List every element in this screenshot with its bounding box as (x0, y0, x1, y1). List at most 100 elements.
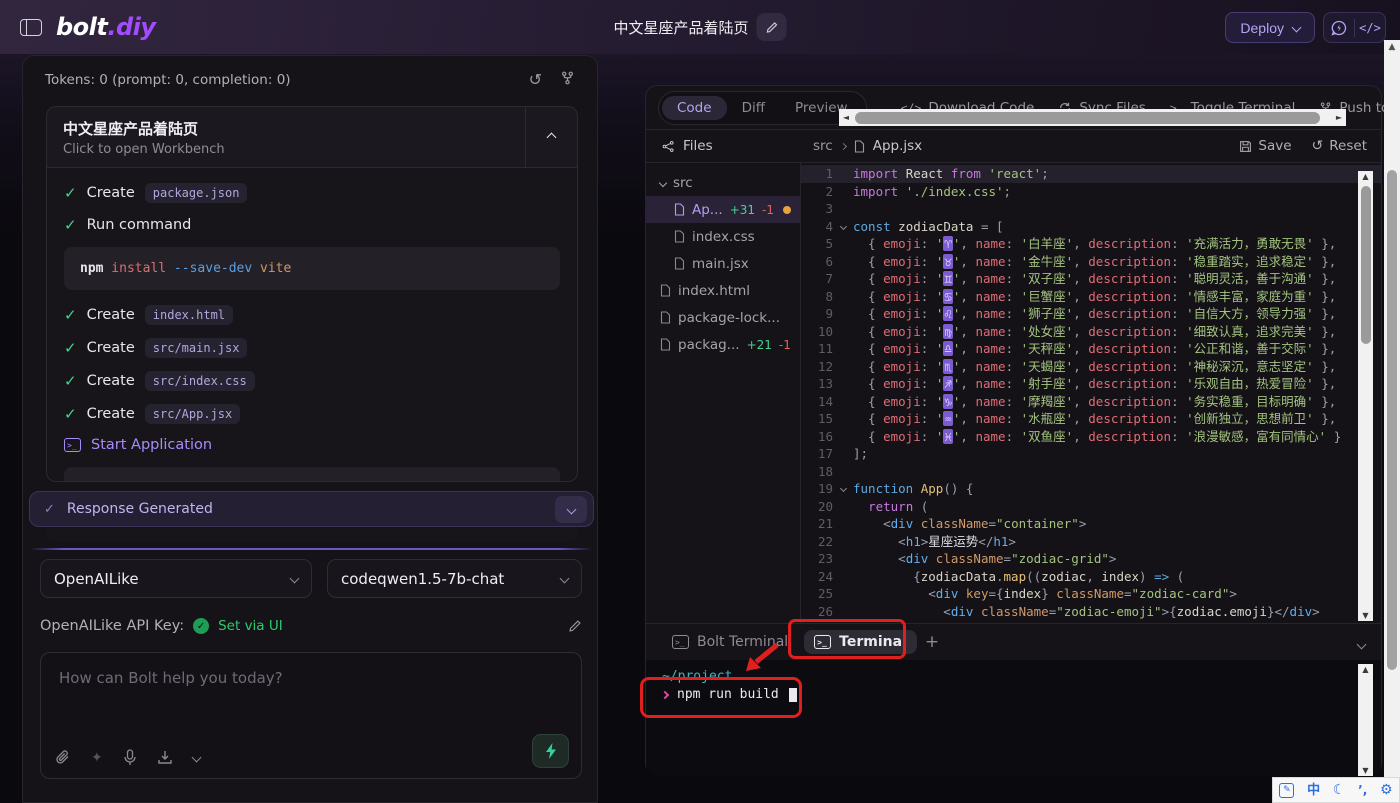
chevron-down-icon[interactable] (193, 754, 200, 761)
model-select[interactable]: codeqwen1.5-7b-chat (327, 559, 582, 598)
tab-code[interactable]: Code (662, 96, 727, 120)
scroll-left-arrow[interactable]: ◄ (839, 113, 853, 122)
horizontal-scrollbar[interactable]: ◄ ► (839, 109, 1346, 126)
ime-moon-icon[interactable]: ☾ (1333, 783, 1346, 797)
code-line[interactable]: 10 { emoji: '♍', name: '处女座', descriptio… (801, 323, 1381, 341)
response-generated-bar[interactable]: ✓ Response Generated (29, 491, 594, 527)
code-line[interactable]: 23 <div className="zodiac-grid"> (801, 550, 1381, 568)
editor-scrollbar[interactable]: ▲ ▼ (1358, 171, 1373, 621)
code-line[interactable]: 26 <div className="zodiac-emoji">{zodiac… (801, 603, 1381, 621)
folder-tree-item[interactable]: src (646, 169, 800, 196)
import-chat-icon[interactable] (157, 750, 173, 766)
file-tree-item[interactable]: Ap...+31-1 (646, 196, 800, 223)
fold-gutter[interactable] (833, 480, 853, 498)
code-line[interactable]: 6 { emoji: '♉', name: '金牛座', description… (801, 253, 1381, 271)
code-line[interactable]: 13 { emoji: '♐', name: '射手座', descriptio… (801, 375, 1381, 393)
code-line[interactable]: 12 { emoji: '♏', name: '天蝎座', descriptio… (801, 358, 1381, 376)
code-line[interactable]: 15 { emoji: '♒', name: '水瓶座', descriptio… (801, 410, 1381, 428)
chat-toggle-icon[interactable] (1324, 20, 1354, 36)
attach-file-icon[interactable] (55, 749, 71, 766)
file-tree-item[interactable]: package-lock... (646, 304, 800, 331)
terminal-tab-terminal[interactable]: >_Terminal (804, 630, 917, 654)
scroll-down-arrow[interactable]: ▼ (1358, 611, 1373, 620)
scrollbar-thumb[interactable] (1361, 186, 1371, 344)
page-scrollbar[interactable]: ▲ (1384, 40, 1400, 803)
action-item[interactable]: ✓Run command (64, 216, 560, 234)
reset-button[interactable]: ↺ Reset (1312, 138, 1367, 154)
save-button[interactable]: Save (1239, 138, 1291, 154)
api-key-label: OpenAILike API Key: (40, 618, 184, 634)
terminal-scrollbar[interactable]: ▲ ▼ (1358, 664, 1373, 776)
enhance-prompt-icon[interactable]: ✦ (91, 750, 103, 766)
code-line[interactable]: 3 (801, 200, 1381, 218)
action-item[interactable]: >_Start Application (64, 437, 560, 453)
edit-api-key-button[interactable] (568, 619, 582, 633)
scrollbar-thumb[interactable] (1387, 170, 1397, 670)
file-tree-item[interactable]: main.jsx (646, 250, 800, 277)
code-line[interactable]: 16 { emoji: '♓', name: '双鱼座', descriptio… (801, 428, 1381, 446)
ime-language-icon[interactable]: 中 (1307, 784, 1320, 797)
prompt-input[interactable]: How can Bolt help you today? ✦ (40, 652, 582, 779)
breadcrumb[interactable]: src App.jsx (801, 138, 922, 154)
terminal-tab-bolt-terminal[interactable]: >_Bolt Terminal (662, 630, 798, 654)
new-terminal-button[interactable]: + (925, 632, 939, 652)
ime-punctuation-icon[interactable]: ’, (1358, 784, 1367, 796)
scroll-up-arrow[interactable]: ▲ (1358, 665, 1373, 674)
action-item[interactable]: ✓Createpackage.json (64, 183, 560, 203)
fold-gutter[interactable] (833, 218, 853, 236)
terminal-output[interactable]: ~/project npm run build (646, 660, 1381, 776)
code-line[interactable]: 18 (801, 463, 1381, 481)
tab-diff[interactable]: Diff (727, 96, 780, 120)
line-number: 21 (801, 515, 833, 533)
code-line[interactable]: 2import './index.css'; (801, 183, 1381, 201)
fork-chat-icon[interactable] (560, 70, 575, 89)
scroll-up-arrow[interactable]: ▲ (1384, 42, 1400, 52)
ime-handwriting-icon[interactable]: ✎ (1279, 783, 1294, 798)
code-editor[interactable]: 1import React from 'react';2import './in… (801, 163, 1381, 623)
code-line[interactable]: 25 <div key={index} className="zodiac-ca… (801, 585, 1381, 603)
file-tree-item[interactable]: index.css (646, 223, 800, 250)
scroll-right-arrow[interactable]: ► (1332, 113, 1346, 122)
scroll-down-arrow[interactable]: ▼ (1358, 766, 1373, 775)
code-line[interactable]: 24 {zodiacData.map((zodiac, index) => ( (801, 568, 1381, 586)
expand-response-button[interactable] (555, 496, 587, 523)
action-item[interactable]: ✓Createsrc/index.css (64, 371, 560, 391)
undo-icon[interactable]: ↺ (529, 70, 542, 89)
code-line[interactable]: 8 { emoji: '♋', name: '巨蟹座', description… (801, 288, 1381, 306)
microphone-icon[interactable] (123, 749, 137, 766)
code-line[interactable]: 11 { emoji: '♎', name: '天秤座', descriptio… (801, 340, 1381, 358)
collapse-card-button[interactable] (525, 107, 577, 167)
code-view-icon[interactable]: </> (1355, 21, 1385, 35)
code-line[interactable]: 21 <div className="container"> (801, 515, 1381, 533)
code-line[interactable]: 20 return ( (801, 498, 1381, 516)
file-tree-item[interactable]: packag...+21-1 (646, 331, 800, 358)
code-line[interactable]: 19function App() { (801, 480, 1381, 498)
code-line[interactable]: 7 { emoji: '♊', name: '双子座', description… (801, 270, 1381, 288)
collapse-terminal-button[interactable] (1358, 633, 1365, 652)
chevron-down-icon (290, 574, 300, 584)
action-item[interactable]: ✓Createsrc/App.jsx (64, 404, 560, 424)
provider-select[interactable]: OpenAILike (40, 559, 312, 598)
code-line[interactable]: 4const zodiacData = [ (801, 218, 1381, 236)
code-line[interactable]: 5 { emoji: '♈', name: '白羊座', description… (801, 235, 1381, 253)
code-line[interactable]: 17]; (801, 445, 1381, 463)
code-line[interactable]: 22 <h1>星座运势</h1> (801, 533, 1381, 551)
open-workbench-button[interactable]: 中文星座产品着陆页 Click to open Workbench (47, 107, 525, 167)
file-tree-item[interactable]: index.html (646, 277, 800, 304)
scroll-up-arrow[interactable]: ▲ (1358, 172, 1373, 181)
action-item[interactable]: ✓Createsrc/main.jsx (64, 338, 560, 358)
action-item[interactable]: ✓Createindex.html (64, 305, 560, 325)
edit-title-button[interactable] (757, 13, 787, 41)
bolt-diy-app: bolt.diy 中文星座产品着陆页 Deploy </> Tokens: 0 … (0, 0, 1400, 803)
check-icon: ✓ (64, 405, 77, 423)
code-line[interactable]: 1import React from 'react'; (801, 165, 1381, 183)
sidebar-toggle-icon[interactable] (20, 19, 42, 36)
send-button[interactable] (532, 734, 569, 768)
code-line[interactable]: 9 { emoji: '♌', name: '狮子座', description… (801, 305, 1381, 323)
code-line[interactable]: 14 { emoji: '♑', name: '摩羯座', descriptio… (801, 393, 1381, 411)
deploy-button[interactable]: Deploy (1225, 12, 1315, 43)
bolt-diy-logo[interactable]: bolt.diy (56, 13, 156, 41)
scrollbar-thumb[interactable] (855, 112, 1320, 124)
ime-settings-icon[interactable]: ⚙ (1380, 783, 1393, 797)
fold-gutter (833, 165, 853, 183)
